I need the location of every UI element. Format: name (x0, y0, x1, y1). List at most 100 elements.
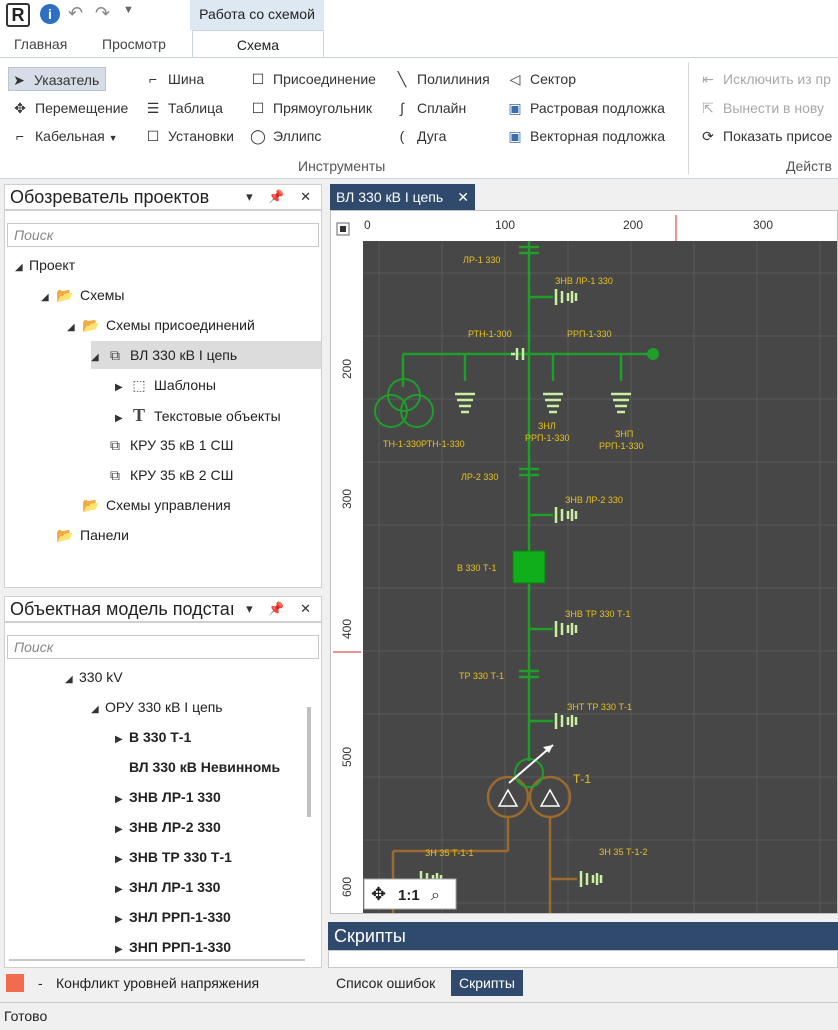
ribbon-tabs: Главная Просмотр Схема (0, 30, 838, 60)
schema-canvas[interactable]: 0 100 200 300 200 300 400 500 600 ЛР-1 3… (330, 210, 838, 914)
zoom-icon[interactable]: ⌕ (431, 887, 440, 904)
folder-icon: 📂 (82, 317, 100, 333)
obj-item[interactable]: ВЛ 330 кВ Невинномь (115, 753, 280, 781)
exclude-button[interactable]: ⇤ Исключить из пр (698, 67, 831, 91)
canvas-area[interactable] (363, 241, 837, 913)
label-lr1: ЛР-1 330 (463, 255, 500, 265)
ruler-x-label: 200 (623, 218, 643, 232)
undo-icon[interactable]: ↶ (68, 3, 83, 24)
obj-item[interactable]: ▶ ЗНВ ЛР-2 330 (115, 813, 221, 841)
tree-item-templates[interactable]: ▶ ⬚ Шаблоны (115, 371, 216, 399)
document-tab[interactable]: ВЛ 330 кВ I цепь ✕ (330, 184, 475, 210)
ruler-y-label: 300 (340, 489, 354, 509)
arc-tool[interactable]: (Дуга (392, 124, 447, 148)
status-bar: Готово (0, 1002, 838, 1030)
vertical-scrollbar[interactable] (307, 707, 311, 817)
connection-tool[interactable]: ☐ Присоединение (248, 67, 376, 91)
move-out-button[interactable]: ⇱ Вынести в нову (698, 96, 824, 120)
label-tr: ТР 330 Т-1 (459, 671, 504, 681)
tab-error-list[interactable]: Список ошибок (328, 970, 444, 996)
exclude-icon: ⇤ (702, 71, 714, 87)
tree-label: Панели (80, 527, 129, 543)
obj-item[interactable]: ▶ В 330 Т-1 (115, 723, 191, 751)
close-icon[interactable]: ✕ (457, 184, 469, 210)
tree-item-connection-schemes[interactable]: ◢ 📂 Схемы присоединений (67, 311, 255, 339)
scripts-panel-body[interactable] (328, 950, 838, 968)
polyline-icon: ╲ (397, 71, 407, 87)
tab-scripts[interactable]: Скрипты (451, 970, 523, 996)
tree-item-text-objects[interactable]: ▶ T Текстовые объекты (115, 401, 281, 429)
cable-icon: ⌐ (15, 128, 25, 144)
show-connection-button[interactable]: ⟳ Показать присое (698, 124, 832, 148)
cable-label: Кабельная (35, 128, 105, 144)
legend-swatch (6, 974, 24, 992)
tree-item-vl330[interactable]: ◢ ⧉ ВЛ 330 кВ I цепь (91, 341, 321, 369)
info-icon[interactable]: i (40, 4, 60, 24)
tab-schema[interactable]: Схема (192, 30, 324, 60)
installations-label: Установки (168, 128, 234, 144)
bus-label: Шина (168, 71, 205, 87)
project-search-input[interactable]: Поиск (7, 223, 319, 247)
tree-label: ОРУ 330 кВ I цепь (105, 699, 223, 715)
tree-item-project[interactable]: ◢ Проект (15, 251, 75, 279)
rectangle-tool[interactable]: ☐ Прямоугольник (248, 96, 372, 120)
object-model-header: Объектная модель подстаı ▾ 📌 ✕ (4, 596, 322, 622)
show-connection-label: Показать присое (723, 128, 833, 144)
bus-tool[interactable]: ⌐ Шина (143, 67, 204, 91)
label-v330: В 330 Т-1 (457, 563, 497, 573)
panel-controls[interactable]: ▾ 📌 ✕ (246, 597, 317, 621)
obj-item[interactable]: ▶ ЗНП РРП-1-330 (115, 933, 231, 961)
cable-tool[interactable]: ⌐ Кабельная ▼ (10, 124, 118, 148)
text-icon: T (132, 405, 145, 425)
pointer-icon: ➤ (13, 72, 25, 88)
obj-item-oru[interactable]: ◢ ОРУ 330 кВ I цепь (91, 693, 223, 721)
folder-icon: 📂 (82, 497, 100, 513)
tree-item-kru1[interactable]: ⧉ КРУ 35 кВ 1 СШ (91, 431, 233, 459)
installations-tool[interactable]: ☐ Установки (143, 124, 234, 148)
tab-home[interactable]: Главная (14, 30, 67, 58)
obj-item[interactable]: ▶ ЗНЛ ЛР-1 330 (115, 873, 220, 901)
tree-item-schemes[interactable]: ◢ 📂 Схемы (41, 281, 124, 309)
obj-item[interactable]: ▶ ЗНВ ЛР-1 330 (115, 783, 221, 811)
obj-item-330kv[interactable]: ◢ 330 kV (65, 663, 123, 691)
obj-item[interactable]: ▶ ЗНЛ РРП-1-330 (115, 903, 231, 931)
ribbon: ➤ Указатель ✥ Перемещение ⌐ Кабельная ▼ ⌐ Ши… (0, 57, 838, 179)
customize-qat-icon[interactable]: ▼ (123, 4, 134, 16)
spline-tool[interactable]: ∫ Сплайн (392, 96, 466, 120)
label-znl: ЗНЛ (538, 421, 556, 431)
schema-drawing[interactable]: 0 100 200 300 200 300 400 500 600 ЛР-1 3… (331, 211, 837, 913)
pointer-label: Указатель (34, 72, 100, 88)
square-icon: ☐ (146, 128, 160, 144)
panel-controls[interactable]: ▾ 📌 ✕ (246, 185, 317, 209)
object-search-input[interactable]: Поиск (7, 635, 319, 659)
project-explorer-header: Обозреватель проектов ▾ 📌 ✕ (4, 184, 322, 210)
tree-item-kru2[interactable]: ⧉ КРУ 35 кВ 2 СШ (91, 461, 233, 489)
tree-item-control-schemes[interactable]: 📂 Схемы управления (67, 491, 230, 519)
tree-label: Текстовые объекты (154, 408, 281, 424)
legend-dash: - (38, 975, 43, 991)
ellipse-tool[interactable]: ◯ Эллипс (248, 124, 321, 148)
table-tool[interactable]: ☰ Таблица (143, 96, 223, 120)
polyline-tool[interactable]: ╲ Полилиния (392, 67, 490, 91)
spline-label: Сплайн (417, 100, 467, 116)
raster-underlay-tool[interactable]: ▣ Растровая подложка (505, 96, 665, 120)
zoom-1to1-button[interactable]: 1:1 (398, 887, 420, 904)
tree-label: Схемы (80, 287, 125, 303)
scheme-icon: ⧉ (110, 467, 120, 483)
pan-icon[interactable]: ✥ (371, 884, 386, 904)
tab-view[interactable]: Просмотр (102, 30, 166, 58)
ruler-x-label: 100 (495, 218, 515, 232)
move-tool[interactable]: ✥ Перемещение (10, 96, 128, 120)
sector-tool[interactable]: ◁ Сектор (505, 67, 576, 91)
redo-icon[interactable]: ↷ (95, 3, 110, 24)
tree-label: Схемы присоединений (106, 317, 255, 333)
arc-icon: ( (399, 128, 405, 144)
raster-label: Растровая подложка (530, 100, 665, 116)
vector-underlay-tool[interactable]: ▣ Векторная подложка (505, 124, 665, 148)
obj-item[interactable]: ▶ ЗНВ ТР 330 Т-1 (115, 843, 232, 871)
folder-icon: 📂 (56, 527, 74, 543)
horizontal-scrollbar[interactable] (9, 959, 305, 965)
pointer-tool[interactable]: ➤ Указатель (8, 67, 107, 91)
tree-item-panels[interactable]: 📂 Панели (41, 521, 129, 549)
breaker-v330[interactable] (512, 550, 546, 584)
